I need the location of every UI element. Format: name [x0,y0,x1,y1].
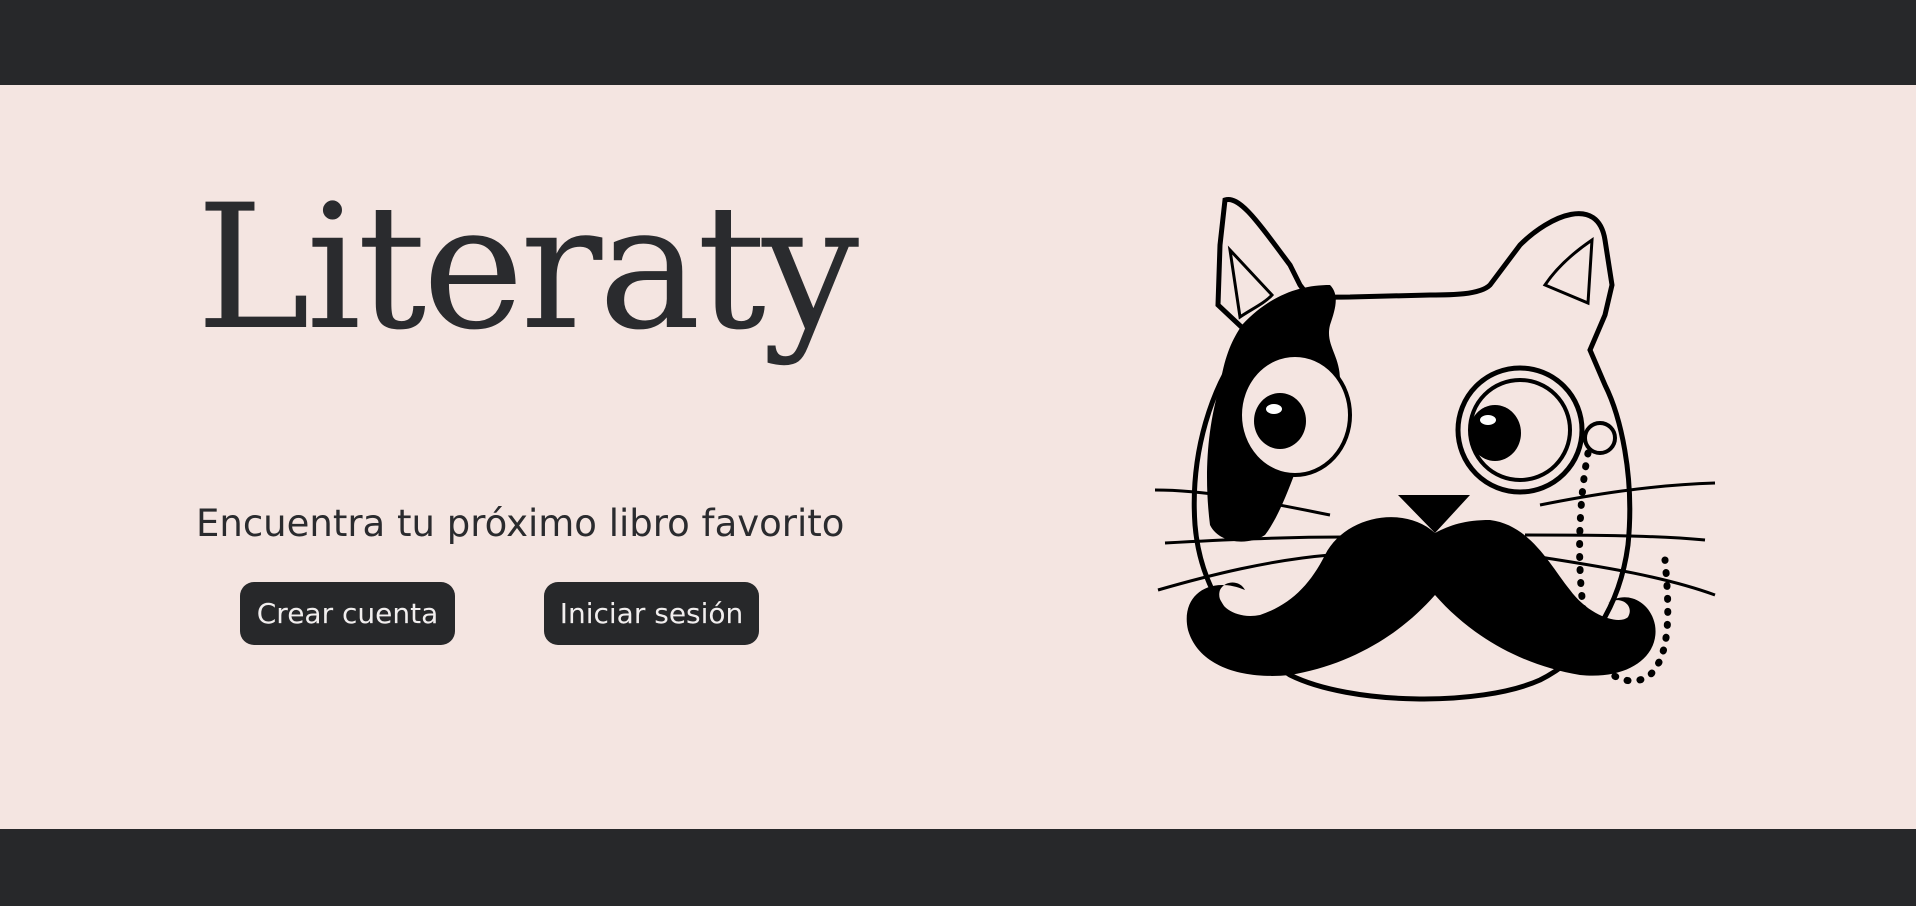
hero-tagline: Encuentra tu próximo libro favorito [196,502,845,545]
brand-title: Literaty [196,167,859,368]
top-bar [0,0,1916,85]
cat-mascot-icon [1154,197,1716,702]
bottom-bar [0,829,1916,906]
login-button[interactable]: Iniciar sesión [544,582,759,645]
create-account-button[interactable]: Crear cuenta [240,582,455,645]
